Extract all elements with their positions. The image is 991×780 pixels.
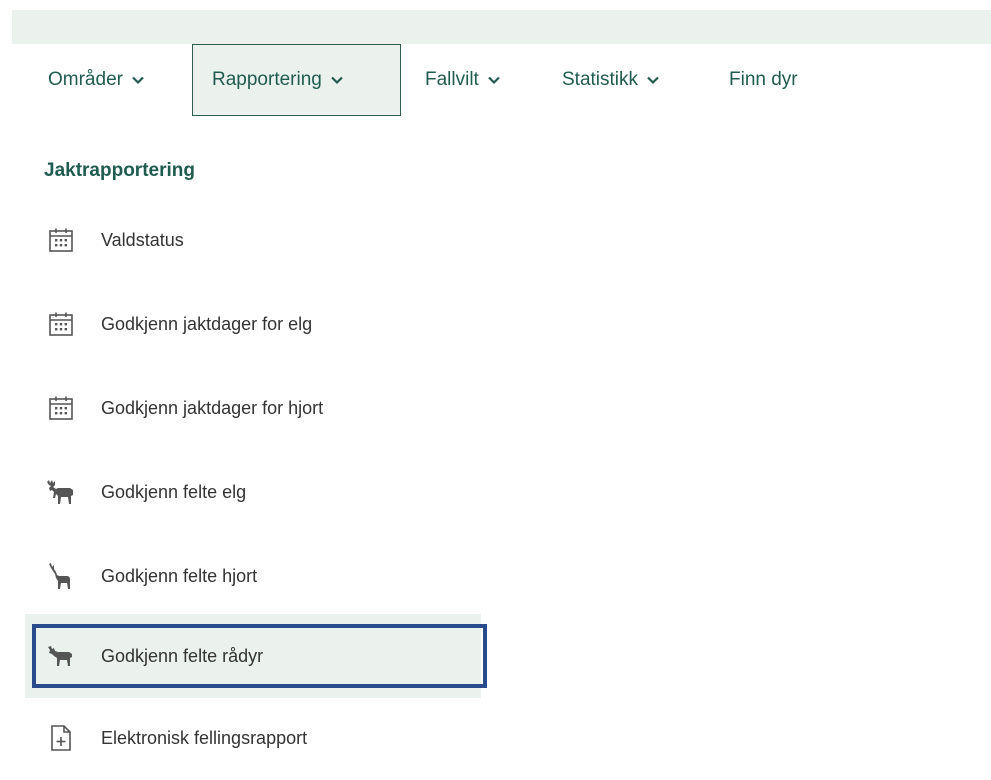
menu-item-godkjenn-jaktdager-hjort[interactable]: Godkjenn jaktdager for hjort [25,366,481,450]
nav-item-finn-dyr[interactable]: Finn dyr [729,44,798,116]
moose-icon [46,477,76,507]
calendar-icon [46,225,76,255]
nav-label: Områder [48,69,123,90]
menu-item-label: Elektronisk fellingsrapport [101,727,308,748]
calendar-icon [46,393,76,423]
menu-item-label: Godkjenn felte hjort [101,565,258,586]
chevron-down-icon [646,73,660,87]
menu-item-label: Godkjenn felte rådyr [101,645,264,666]
chevron-down-icon [131,73,145,87]
menu-item-valdstatus[interactable]: Valdstatus [25,198,481,282]
menu-item-godkjenn-felte-radyr[interactable]: Godkjenn felte rådyr [25,614,481,698]
menu-item-godkjenn-felte-elg[interactable]: Godkjenn felte elg [25,450,481,534]
menu-item-elektronisk-fellingsrapport[interactable]: Elektronisk fellingsrapport [25,696,481,780]
menu-item-label: Godkjenn jaktdager for hjort [101,397,324,418]
chevron-down-icon [330,73,344,87]
nav-label: Statistikk [562,69,639,90]
nav-item-fallvilt[interactable]: Fallvilt [425,44,501,116]
nav-label: Rapportering [212,69,322,90]
roe-deer-icon [46,641,76,671]
main-nav: Områder Rapportering Fallvilt Statistikk… [0,44,991,118]
menu-item-label: Valdstatus [101,229,184,250]
section-title: Jaktrapportering [44,160,195,181]
nav-item-statistikk[interactable]: Statistikk [562,44,660,116]
menu-item-label: Godkjenn jaktdager for elg [101,313,313,334]
menu-item-godkjenn-jaktdager-elg[interactable]: Godkjenn jaktdager for elg [25,282,481,366]
nav-label: Finn dyr [729,69,798,90]
nav-item-omrader[interactable]: Områder [48,44,145,116]
deer-icon [46,561,76,591]
top-bar [12,10,991,44]
nav-item-rapportering[interactable]: Rapportering [192,44,401,116]
menu-item-godkjenn-felte-hjort[interactable]: Godkjenn felte hjort [25,534,481,618]
chevron-down-icon [487,73,501,87]
calendar-icon [46,309,76,339]
menu-item-label: Godkjenn felte elg [101,481,247,502]
nav-label: Fallvilt [425,69,479,90]
